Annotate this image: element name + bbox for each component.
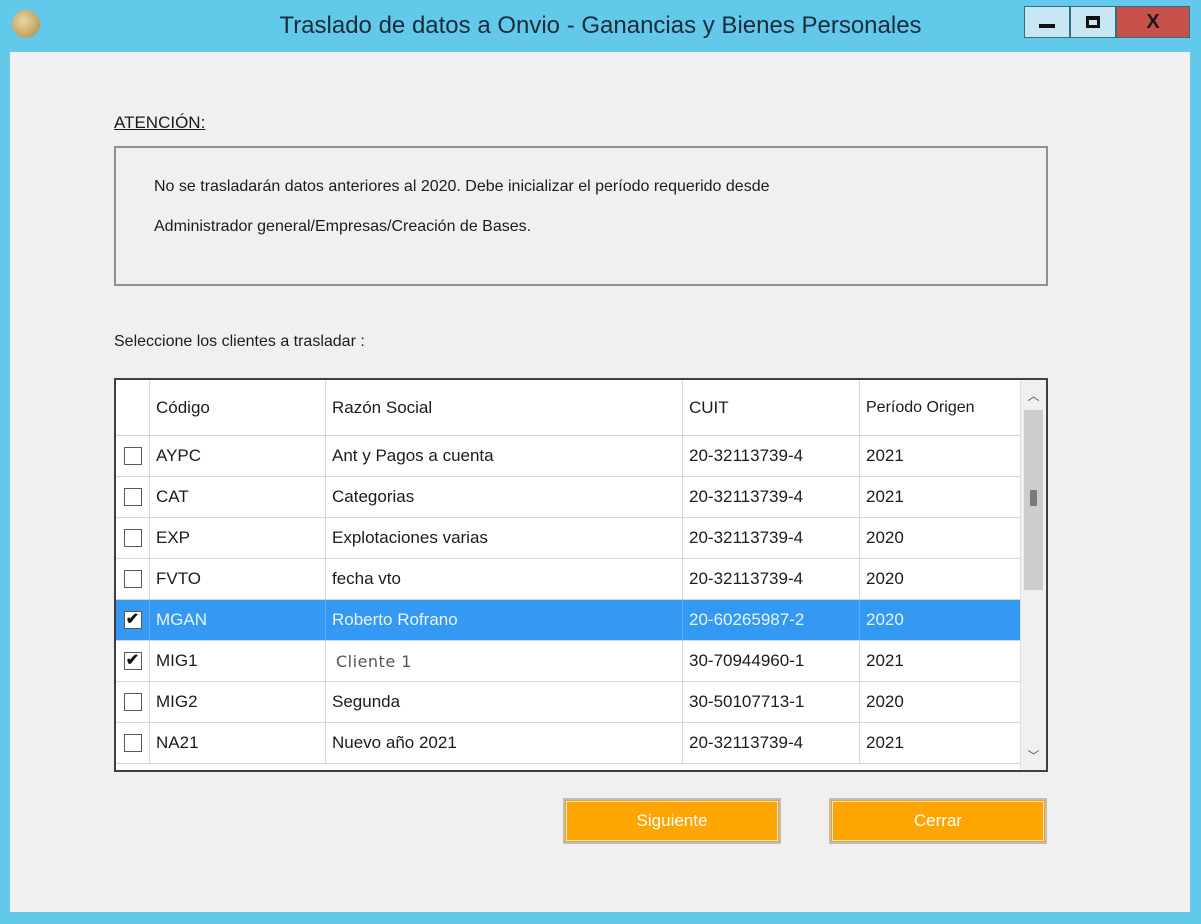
column-header-razon-social[interactable]: Razón Social <box>326 380 683 435</box>
cell-cuit: 20-32113739-4 <box>683 723 860 763</box>
cell-cuit: 20-32113739-4 <box>683 559 860 599</box>
row-checkbox-checked[interactable]: ✔ <box>123 611 142 629</box>
table-row[interactable]: NA21 Nuevo año 2021 20-32113739-4 2021 <box>116 723 1022 764</box>
column-header-cuit[interactable]: CUIT <box>683 380 860 435</box>
cell-codigo: CAT <box>150 477 326 517</box>
table-row[interactable]: ✔ MIG1 Cliente 1 30-70944960-1 2021 <box>116 641 1022 682</box>
grid-scrollbar[interactable]: ︿ ﹀ <box>1020 380 1046 770</box>
row-checkbox[interactable] <box>123 734 142 752</box>
row-checkbox[interactable] <box>123 529 142 547</box>
cell-codigo: MGAN <box>150 600 326 640</box>
cell-periodo: 2021 <box>860 641 1022 681</box>
cell-periodo: 2020 <box>860 600 1022 640</box>
cell-cuit: 20-60265987-2 <box>683 600 860 640</box>
row-checkbox[interactable] <box>123 447 142 465</box>
checkmark-icon: ✔ <box>125 652 140 669</box>
table-row[interactable]: FVTO fecha vto 20-32113739-4 2020 <box>116 559 1022 600</box>
cell-razon-social: Ant y Pagos a cuenta <box>326 436 683 476</box>
checkmark-icon: ✔ <box>125 611 140 628</box>
title-bar[interactable]: Traslado de datos a Onvio - Ganancias y … <box>0 0 1201 52</box>
maximize-button[interactable] <box>1070 6 1116 38</box>
cell-cuit: 20-32113739-4 <box>683 477 860 517</box>
row-checkbox[interactable] <box>123 488 142 506</box>
cell-codigo: NA21 <box>150 723 326 763</box>
next-button[interactable]: Siguiente <box>563 798 781 844</box>
column-header-codigo[interactable]: Código <box>150 380 326 435</box>
cell-razon-social: fecha vto <box>326 559 683 599</box>
select-clients-label: Seleccione los clientes a trasladar : <box>114 333 365 350</box>
close-icon: X <box>1146 10 1160 33</box>
cell-codigo: EXP <box>150 518 326 558</box>
notice-box: No se trasladarán datos anteriores al 20… <box>114 146 1048 286</box>
scroll-grip <box>1030 490 1037 506</box>
table-row[interactable]: AYPC Ant y Pagos a cuenta 20-32113739-4 … <box>116 436 1022 477</box>
cell-codigo: MIG1 <box>150 641 326 681</box>
row-checkbox[interactable] <box>123 570 142 588</box>
cell-cuit: 30-50107713-1 <box>683 682 860 722</box>
cell-periodo: 2021 <box>860 477 1022 517</box>
table-row-selected[interactable]: ✔ MGAN Roberto Rofrano 20-60265987-2 202… <box>116 600 1022 641</box>
minimize-icon <box>1039 24 1055 28</box>
attention-label: ATENCIÓN: <box>114 113 206 132</box>
cell-periodo: 2020 <box>860 559 1022 599</box>
app-window: Traslado de datos a Onvio - Ganancias y … <box>0 0 1201 924</box>
table-row[interactable]: MIG2 Segunda 30-50107713-1 2020 <box>116 682 1022 723</box>
notice-line-2: Administrador general/Empresas/Creación … <box>154 218 532 235</box>
cell-cuit: 20-32113739-4 <box>683 518 860 558</box>
cell-razon-social: Segunda <box>326 682 683 722</box>
row-checkbox-checked[interactable]: ✔ <box>123 652 142 670</box>
close-window-button[interactable]: X <box>1116 6 1190 38</box>
scroll-up-icon[interactable]: ︿ <box>1021 384 1046 406</box>
cell-razon-social: Categorias <box>326 477 683 517</box>
minimize-button[interactable] <box>1024 6 1070 38</box>
cell-codigo: MIG2 <box>150 682 326 722</box>
table-row[interactable]: CAT Categorias 20-32113739-4 2021 <box>116 477 1022 518</box>
cell-periodo: 2021 <box>860 723 1022 763</box>
header-check-column <box>116 380 150 435</box>
column-header-periodo-origen[interactable]: Período Origen <box>860 380 1022 435</box>
scroll-down-icon[interactable]: ﹀ <box>1021 744 1046 766</box>
close-button[interactable]: Cerrar <box>829 798 1047 844</box>
table-row[interactable]: EXP Explotaciones varias 20-32113739-4 2… <box>116 518 1022 559</box>
grid-header: Código Razón Social CUIT Período Origen <box>116 380 1022 436</box>
cell-periodo: 2020 <box>860 518 1022 558</box>
maximize-icon <box>1086 16 1100 28</box>
cell-razon-social: Nuevo año 2021 <box>326 723 683 763</box>
cell-codigo: FVTO <box>150 559 326 599</box>
clients-grid[interactable]: Código Razón Social CUIT Período Origen … <box>114 378 1048 772</box>
cell-cuit: 20-32113739-4 <box>683 436 860 476</box>
notice-line-1: No se trasladarán datos anteriores al 20… <box>154 178 770 195</box>
dialog-body: ATENCIÓN: No se trasladarán datos anteri… <box>10 52 1190 912</box>
cell-periodo: 2020 <box>860 682 1022 722</box>
cell-cuit: 30-70944960-1 <box>683 641 860 681</box>
scroll-thumb[interactable] <box>1024 410 1043 590</box>
cell-razon-social: Explotaciones varias <box>326 518 683 558</box>
cell-periodo: 2021 <box>860 436 1022 476</box>
window-title: Traslado de datos a Onvio - Ganancias y … <box>279 12 922 39</box>
cell-razon-social: Roberto Rofrano <box>326 600 683 640</box>
cell-razon-social: Cliente 1 <box>326 641 683 681</box>
cell-codigo: AYPC <box>150 436 326 476</box>
row-checkbox[interactable] <box>123 693 142 711</box>
